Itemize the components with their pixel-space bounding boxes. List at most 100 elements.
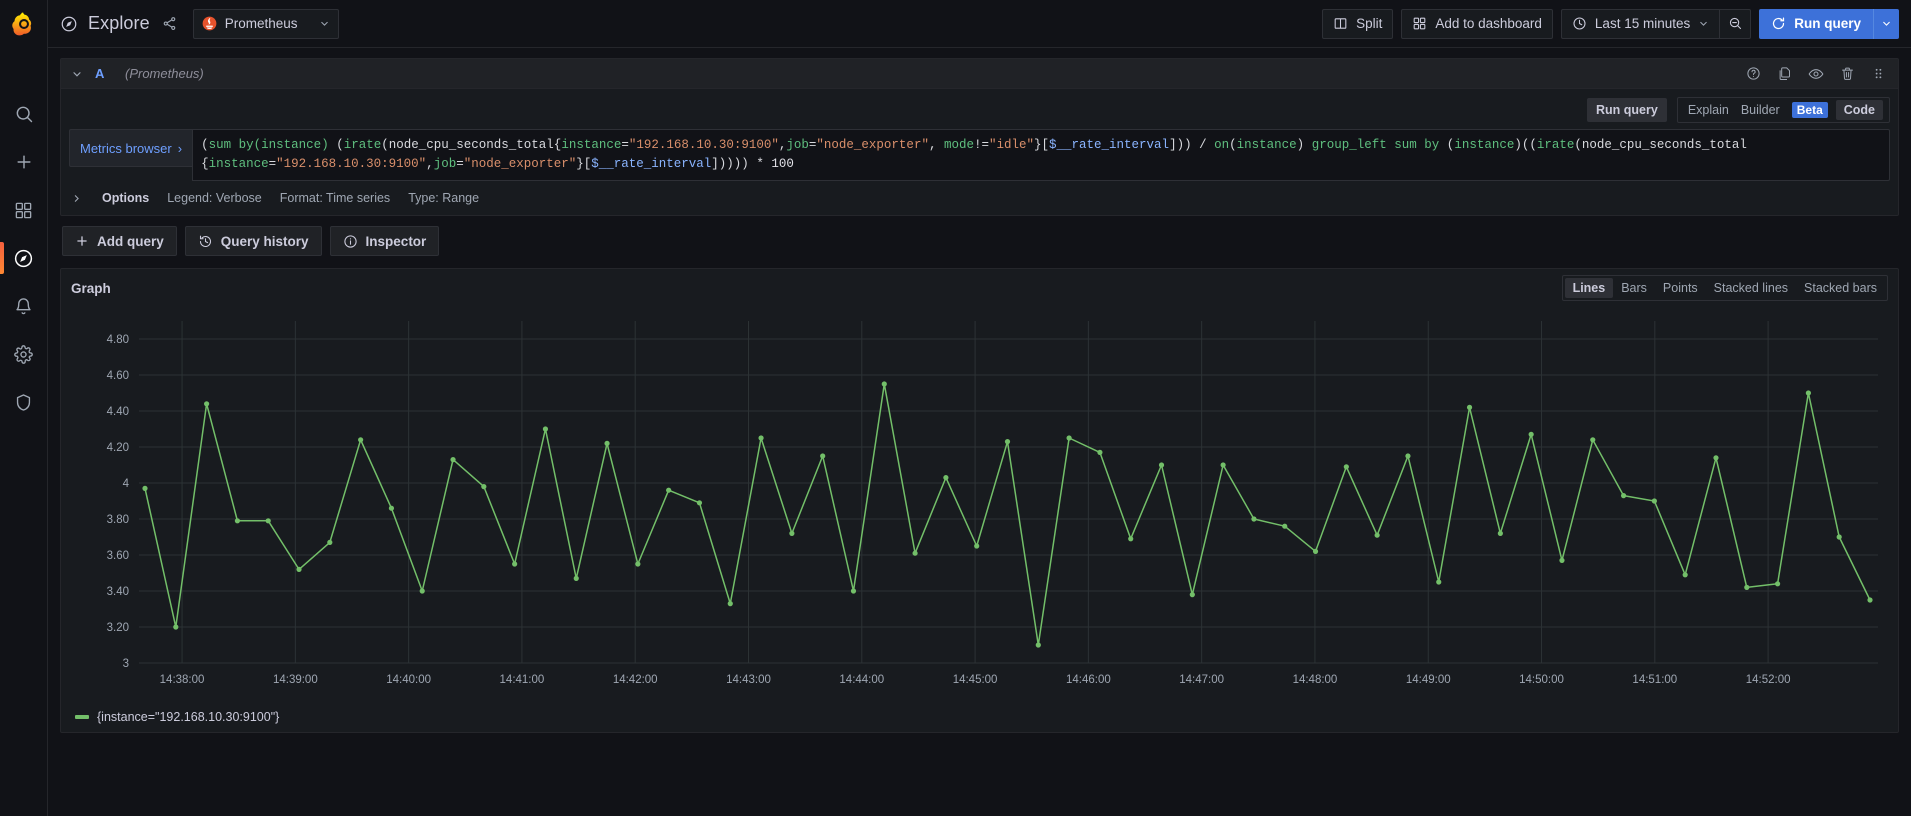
explain-toggle[interactable]: Explain xyxy=(1684,103,1733,117)
series-data-point[interactable] xyxy=(1559,557,1565,563)
options-label[interactable]: Options xyxy=(102,191,149,205)
sidebar-item-create[interactable] xyxy=(0,138,48,186)
time-range-picker[interactable]: Last 15 minutes xyxy=(1560,8,1720,39)
sidebar-item-explore[interactable] xyxy=(0,234,48,282)
split-button[interactable]: Split xyxy=(1322,8,1394,39)
series-data-point[interactable] xyxy=(943,475,949,481)
sidebar-item-alerting[interactable] xyxy=(0,282,48,330)
series-data-point[interactable] xyxy=(1097,449,1103,455)
series-data-point[interactable] xyxy=(1312,548,1319,554)
series-data-point[interactable] xyxy=(604,440,610,446)
series-data-point[interactable] xyxy=(974,543,980,549)
collapse-query-chevron-icon[interactable] xyxy=(71,68,83,80)
sidebar-item-server-admin[interactable] xyxy=(0,378,48,426)
promql-expression-input[interactable]: (sum by(instance) (irate(node_cpu_second… xyxy=(192,129,1890,181)
series-data-point[interactable] xyxy=(204,401,210,407)
series-data-point[interactable] xyxy=(1528,431,1534,437)
series-data-point[interactable] xyxy=(234,518,241,524)
sidebar-item-dashboards[interactable] xyxy=(0,186,48,234)
series-data-point[interactable] xyxy=(327,539,333,545)
builder-mode-tab[interactable]: Builder xyxy=(1741,103,1780,117)
viz-option-points[interactable]: Points xyxy=(1655,278,1706,298)
series-data-point[interactable] xyxy=(1651,498,1657,504)
viz-option-stacked-bars[interactable]: Stacked bars xyxy=(1796,278,1885,298)
series-data-point[interactable] xyxy=(635,561,641,567)
series-data-point[interactable] xyxy=(1620,493,1627,499)
series-data-point[interactable] xyxy=(388,505,395,511)
series-data-point[interactable] xyxy=(1590,437,1596,443)
add-query-button[interactable]: Add query xyxy=(62,226,177,256)
viz-option-bars[interactable]: Bars xyxy=(1613,278,1655,298)
grafana-logo[interactable] xyxy=(0,0,48,48)
graph-plot-area[interactable]: 3 3.20 3.40 3.60 3.80 4 4.20 4.40 4.60 4.80 14:38:… xyxy=(61,307,1898,702)
viz-option-lines[interactable]: Lines xyxy=(1564,278,1614,298)
series-data-point[interactable] xyxy=(265,518,271,524)
copy-icon[interactable] xyxy=(1777,66,1792,81)
series-data-point[interactable] xyxy=(758,435,764,441)
beta-badge[interactable]: Beta xyxy=(1791,102,1828,118)
series-data-point[interactable] xyxy=(850,588,857,594)
query-ref-id[interactable]: A xyxy=(95,66,125,81)
series-data-point[interactable] xyxy=(1436,579,1442,585)
run-query-button[interactable]: Run query xyxy=(1759,8,1873,39)
compass-icon xyxy=(60,15,78,33)
series-data-point[interactable] xyxy=(173,624,179,630)
series-data-point[interactable] xyxy=(1189,592,1195,598)
series-data-point[interactable] xyxy=(1343,464,1349,470)
series-data-point[interactable] xyxy=(1282,523,1288,529)
series-data-point[interactable] xyxy=(481,484,487,490)
viz-option-stacked-lines[interactable]: Stacked lines xyxy=(1706,278,1796,298)
series-data-point[interactable] xyxy=(1158,462,1165,468)
series-data-point[interactable] xyxy=(666,487,672,493)
series-data-point[interactable] xyxy=(1004,439,1011,445)
query-run-button[interactable]: Run query xyxy=(1587,98,1667,122)
sidebar-item-configuration[interactable] xyxy=(0,330,48,378)
metrics-browser-button[interactable]: Metrics browser › xyxy=(69,129,193,167)
series-data-point[interactable] xyxy=(1220,462,1226,468)
series-data-point[interactable] xyxy=(881,381,887,387)
series-data-point[interactable] xyxy=(542,426,549,432)
help-circle-icon[interactable] xyxy=(1746,66,1761,81)
series-data-point[interactable] xyxy=(419,588,425,594)
sidebar-item-search[interactable] xyxy=(0,90,48,138)
series-data-point[interactable] xyxy=(1405,453,1411,459)
series-data-point[interactable] xyxy=(1805,390,1811,396)
series-data-point[interactable] xyxy=(512,561,518,567)
series-data-point[interactable] xyxy=(450,457,456,463)
series-data-point[interactable] xyxy=(296,566,302,572)
series-data-point[interactable] xyxy=(820,453,826,459)
series-data-point[interactable] xyxy=(696,500,703,506)
series-data-point[interactable] xyxy=(1374,532,1380,538)
series-data-point[interactable] xyxy=(1035,642,1041,648)
zoom-out-button[interactable] xyxy=(1719,8,1752,39)
series-data-point[interactable] xyxy=(573,575,579,581)
trash-icon[interactable] xyxy=(1840,66,1855,81)
expand-options-chevron-icon[interactable] xyxy=(71,193,82,204)
legend-item[interactable]: {instance="192.168.10.30:9100"} xyxy=(75,710,279,724)
series-data-point[interactable] xyxy=(1867,597,1873,603)
add-to-dashboard-button[interactable]: Add to dashboard xyxy=(1401,8,1553,39)
series-data-point[interactable] xyxy=(1466,404,1473,410)
series-data-point[interactable] xyxy=(1497,530,1503,536)
eye-icon[interactable] xyxy=(1808,66,1824,82)
series-data-point[interactable] xyxy=(789,530,795,536)
series-data-point[interactable] xyxy=(1251,516,1257,522)
series-data-point[interactable] xyxy=(358,437,364,443)
inspector-button[interactable]: Inspector xyxy=(329,226,440,256)
series-data-point[interactable] xyxy=(1066,435,1072,441)
datasource-picker[interactable]: Prometheus xyxy=(192,8,339,39)
code-mode-tab[interactable]: Code xyxy=(1835,100,1883,120)
series-data-point[interactable] xyxy=(1682,572,1688,578)
series-data-point[interactable] xyxy=(727,601,733,607)
series-data-point[interactable] xyxy=(1836,534,1842,540)
series-data-point[interactable] xyxy=(1774,581,1781,587)
series-data-point[interactable] xyxy=(912,550,918,556)
drag-handle-icon[interactable] xyxy=(1871,66,1886,81)
series-data-point[interactable] xyxy=(1744,584,1750,590)
query-history-button[interactable]: Query history xyxy=(184,226,322,256)
series-data-point[interactable] xyxy=(142,485,148,491)
series-data-point[interactable] xyxy=(1128,536,1134,542)
series-data-point[interactable] xyxy=(1713,455,1719,461)
share-nodes-icon[interactable] xyxy=(162,16,177,31)
run-query-options-button[interactable] xyxy=(1873,8,1899,39)
